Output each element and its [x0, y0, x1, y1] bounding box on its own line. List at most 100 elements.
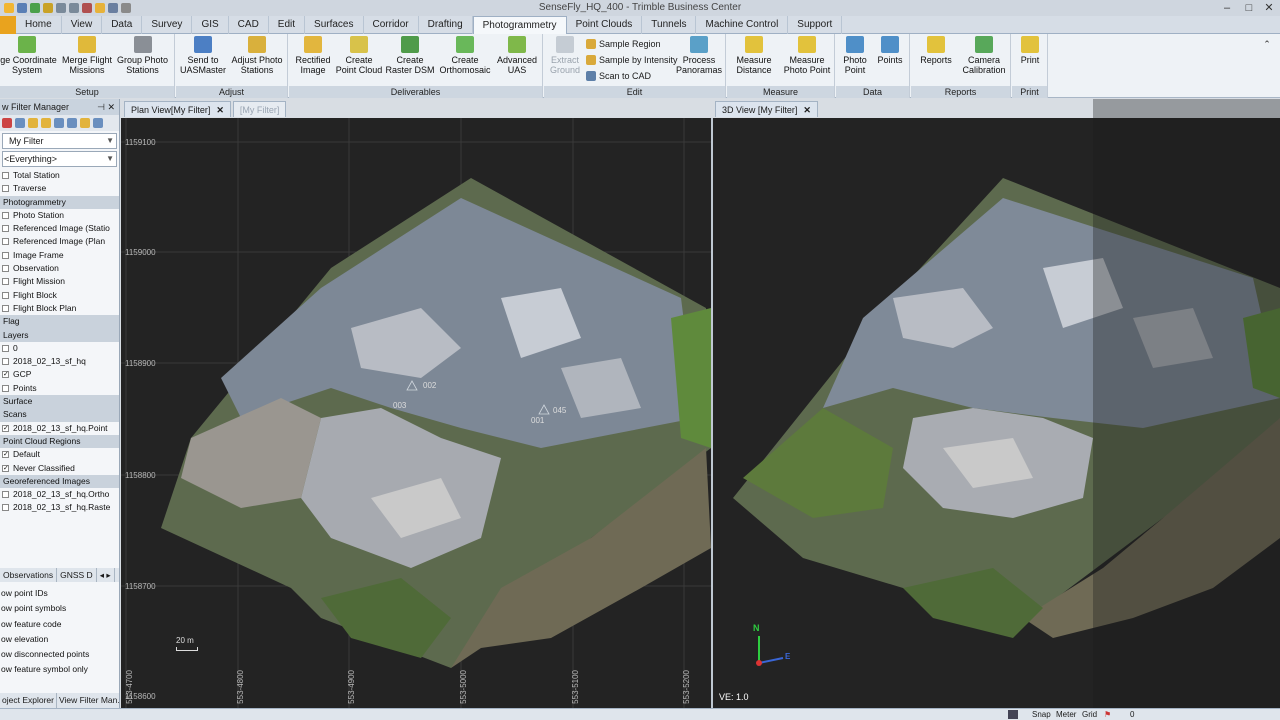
tab-home[interactable]: Home — [16, 16, 62, 34]
filter-select[interactable]: My Filter ▼ — [2, 133, 117, 149]
sample-by-intensity-button[interactable]: Sample by Intensity — [586, 53, 678, 67]
tree-item[interactable]: Referenced Image (Statio — [0, 222, 119, 235]
tree-item[interactable]: ✓ Default — [0, 448, 119, 461]
checkbox[interactable] — [2, 172, 9, 179]
app-icon[interactable] — [4, 3, 14, 13]
tab-machine-control[interactable]: Machine Control — [696, 16, 789, 34]
close-button[interactable]: ✕ — [1260, 0, 1278, 16]
checkbox[interactable] — [2, 504, 9, 512]
filter-icon[interactable] — [41, 118, 51, 128]
ribbon-collapse-icon[interactable]: ⌃ — [1258, 36, 1276, 52]
checkbox[interactable] — [2, 384, 9, 392]
tree-category[interactable]: Scans — [0, 408, 119, 422]
checkbox[interactable] — [2, 251, 9, 259]
send-to-uasmaster-button[interactable]: Send to UASMaster — [178, 36, 228, 75]
checkbox[interactable]: ✓ — [2, 424, 9, 432]
tab-gnss[interactable]: GNSS D — [57, 568, 97, 582]
tree-item[interactable]: Flight Mission — [0, 275, 119, 288]
save-icon[interactable] — [17, 3, 27, 13]
undo-icon[interactable] — [56, 3, 66, 13]
tree-item[interactable]: Observation — [0, 262, 119, 275]
print-button[interactable]: Print — [1016, 36, 1044, 65]
merge-coordinate-system-button[interactable]: rge Coordinate System — [0, 36, 60, 75]
plan-view[interactable]: 002 003 045 001 1159100 1159000 1158900 … — [121, 118, 711, 708]
folder-icon[interactable] — [43, 3, 53, 13]
checkbox[interactable] — [2, 491, 9, 499]
sample-region-button[interactable]: Sample Region — [586, 37, 661, 51]
tree-item[interactable]: Image Frame — [0, 249, 119, 262]
tab-photogrammetry[interactable]: Photogrammetry — [472, 16, 567, 34]
tab-point-clouds[interactable]: Point Clouds — [567, 16, 643, 34]
select-icon[interactable] — [95, 3, 105, 13]
option-feature-code[interactable]: ow feature code — [0, 617, 119, 632]
tree-category[interactable]: Point Cloud Regions — [0, 434, 119, 449]
settings-icon[interactable] — [121, 3, 131, 13]
option-point-ids[interactable]: ow point IDs — [0, 586, 119, 601]
tab-support[interactable]: Support — [788, 16, 843, 34]
camera-calibration-button[interactable]: Camera Calibration — [959, 36, 1009, 75]
tree-category[interactable]: Flag — [0, 315, 119, 329]
process-panoramas-button[interactable]: Process Panoramas — [674, 36, 724, 75]
tree-item[interactable]: ✓ Never Classified — [0, 462, 119, 475]
option-elevation[interactable]: ow elevation — [0, 632, 119, 647]
new-filter-icon[interactable] — [15, 118, 25, 128]
tab-survey[interactable]: Survey — [142, 16, 193, 34]
tree-item[interactable]: Traverse — [0, 182, 119, 195]
checkbox[interactable] — [2, 291, 9, 299]
measure-distance-button[interactable]: Measure Distance — [729, 36, 779, 75]
delete-filter-icon[interactable] — [2, 118, 12, 128]
tab-view[interactable]: View — [62, 16, 103, 34]
checkbox[interactable] — [2, 265, 9, 273]
option-feature-symbol-only[interactable]: ow feature symbol only — [0, 662, 119, 677]
search-icon[interactable] — [54, 118, 64, 128]
delete-icon[interactable] — [82, 3, 92, 13]
reports-button[interactable]: Reports — [917, 36, 955, 65]
tab-my-filter[interactable]: [My Filter] — [232, 101, 287, 117]
checkbox[interactable]: ✓ — [2, 464, 9, 472]
tree-item[interactable]: Flight Block Plan — [0, 302, 119, 315]
tab-data[interactable]: Data — [102, 16, 143, 34]
checkbox[interactable] — [2, 185, 9, 193]
tab-edit[interactable]: Edit — [269, 16, 306, 34]
measure-photo-point-button[interactable]: Measure Photo Point — [781, 36, 833, 75]
units-toggle[interactable]: Meter — [1056, 709, 1076, 720]
tab-3d-view[interactable]: 3D View [My Filter] ✕ — [715, 101, 818, 117]
zoom-icon[interactable] — [108, 3, 118, 13]
adjust-photo-stations-button[interactable]: Adjust Photo Stations — [228, 36, 286, 75]
group-photo-stations-button[interactable]: Group Photo Stations — [115, 36, 170, 75]
extract-ground-button[interactable]: Extract Ground — [546, 36, 584, 75]
tab-view-filter-manager[interactable]: View Filter Man... — [57, 693, 119, 708]
tree-item[interactable]: 2018_02_13_sf_hq.Ortho — [0, 488, 119, 501]
tab-gis[interactable]: GIS — [192, 16, 229, 34]
option-point-symbols[interactable]: ow point symbols — [0, 601, 119, 616]
grid-toggle[interactable]: Grid — [1082, 709, 1097, 720]
tree-category[interactable]: Georeferenced Images — [0, 474, 119, 489]
flag-icon[interactable]: ⚑ — [1104, 709, 1111, 720]
tree-item[interactable]: Flight Block — [0, 289, 119, 302]
close-icon[interactable]: ✕ — [803, 105, 811, 115]
scroll-arrows-icon[interactable]: ◂ ▸ — [97, 568, 115, 582]
tree-item[interactable]: Referenced Image (Plan — [0, 235, 119, 248]
checkbox[interactable] — [2, 278, 9, 286]
maximize-button[interactable]: □ — [1240, 0, 1258, 16]
tree-category[interactable]: Layers — [0, 328, 119, 342]
snap-toggle[interactable]: Snap — [1032, 709, 1051, 720]
tree-category[interactable]: Photogrammetry — [0, 195, 119, 209]
tree-category[interactable]: Surface — [0, 395, 119, 409]
tab-drafting[interactable]: Drafting — [419, 16, 473, 34]
photo-point-button[interactable]: Photo Point — [840, 36, 870, 75]
folder-open-icon[interactable] — [80, 118, 90, 128]
checkbox[interactable] — [2, 358, 9, 366]
checkbox[interactable] — [2, 344, 9, 352]
tab-observations[interactable]: Observations — [0, 568, 58, 582]
tree-item[interactable]: 0 — [0, 342, 119, 355]
tree-item[interactable]: 2018_02_13_sf_hq.Raste — [0, 501, 119, 514]
checkbox[interactable]: ✓ — [2, 451, 9, 459]
tab-plan-view[interactable]: Plan View[My Filter] ✕ — [124, 101, 231, 117]
advanced-uas-button[interactable]: Advanced UAS — [495, 36, 539, 75]
tree-item[interactable]: 2018_02_13_sf_hq — [0, 355, 119, 368]
option-disconnected-points[interactable]: ow disconnected points — [0, 647, 119, 662]
tree-item[interactable]: Points — [0, 382, 119, 395]
merge-flight-missions-button[interactable]: Merge Flight Missions — [58, 36, 116, 75]
refresh-icon[interactable] — [93, 118, 103, 128]
